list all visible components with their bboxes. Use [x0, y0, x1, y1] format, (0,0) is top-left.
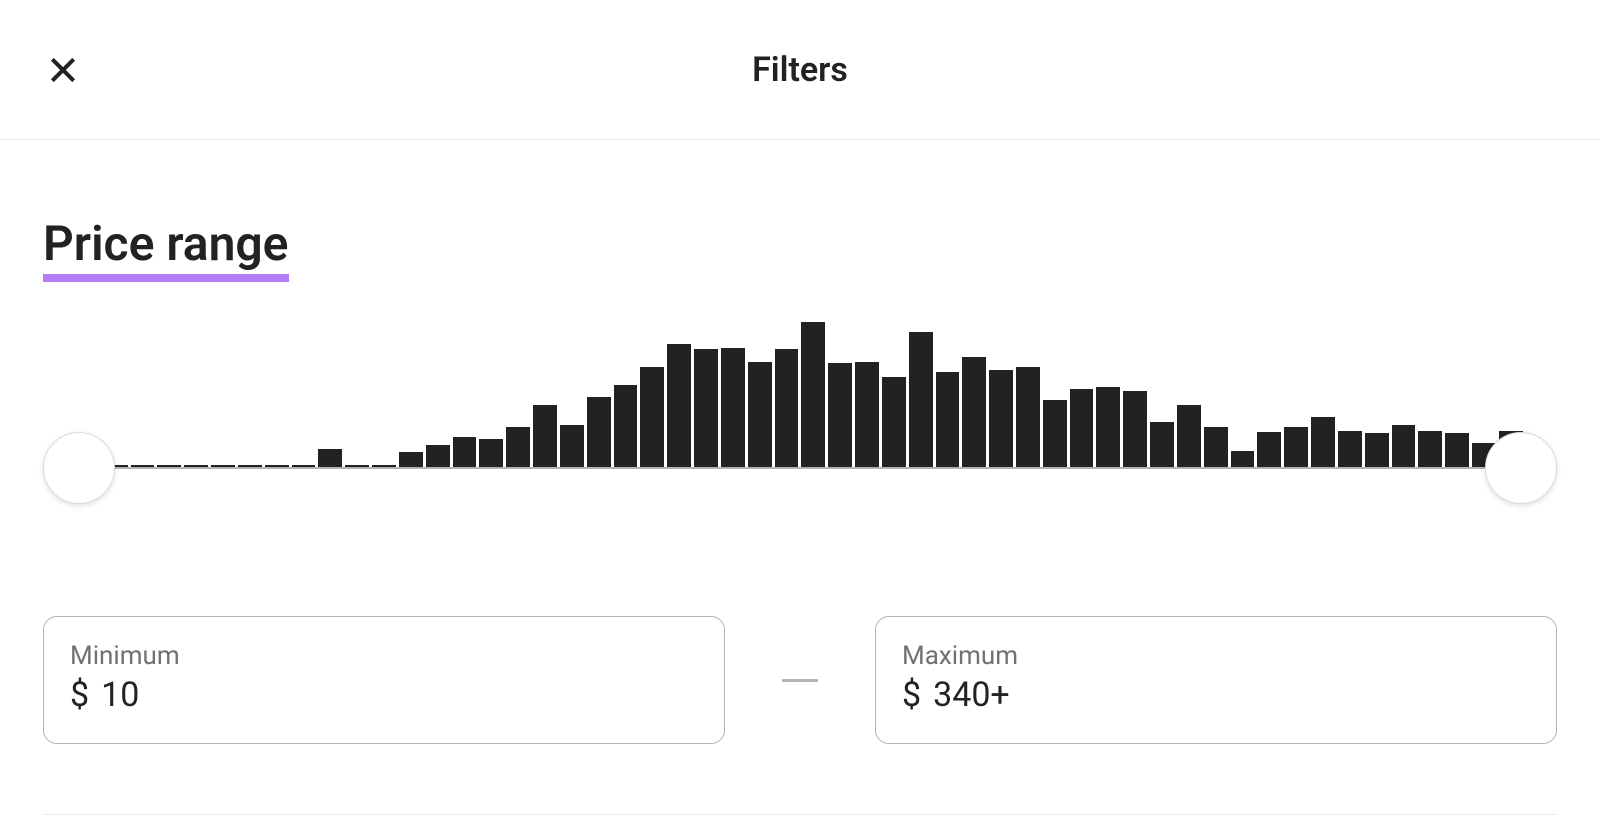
dash-icon: [782, 679, 818, 682]
histogram-bar: [318, 449, 342, 467]
histogram-bar: [1284, 427, 1308, 467]
histogram-bar: [721, 348, 745, 467]
histogram-bar: [1204, 427, 1228, 467]
histogram-bar: [640, 367, 664, 467]
histogram-bar: [989, 370, 1013, 467]
histogram-bar: [828, 363, 852, 467]
histogram-bar: [936, 372, 960, 467]
histogram-bar: [1311, 417, 1335, 467]
modal-header: Filters: [0, 0, 1600, 140]
min-price-label: Minimum: [70, 641, 698, 671]
close-button[interactable]: [43, 50, 83, 90]
price-histogram-slider: [43, 322, 1557, 522]
currency-symbol: $: [70, 675, 89, 715]
histogram-bar: [479, 439, 503, 467]
price-inputs-row: Minimum $ 10 Maximum $ 340+: [43, 616, 1557, 744]
max-price-value-row: $ 340+: [902, 675, 1530, 715]
slider-track[interactable]: [77, 467, 1523, 469]
histogram-bar: [882, 377, 906, 467]
histogram-bar: [748, 362, 772, 467]
min-price-value[interactable]: 10: [101, 675, 698, 715]
histogram-bar: [1177, 405, 1201, 467]
min-price-value-row: $ 10: [70, 675, 698, 715]
close-icon: [47, 54, 79, 86]
histogram-bar: [1418, 431, 1442, 467]
histogram-bar: [1043, 400, 1067, 467]
histogram-bar: [614, 385, 638, 467]
histogram-bar: [1338, 431, 1362, 467]
currency-symbol: $: [902, 675, 921, 715]
filters-content: Price range Minimum $ 10 Maximum $ 340+: [0, 140, 1600, 744]
histogram-bar: [399, 452, 423, 467]
histogram-bar: [909, 332, 933, 467]
histogram-bar: [1070, 389, 1094, 467]
histogram-bar: [533, 405, 557, 467]
histogram-bar: [506, 427, 530, 467]
histogram-bar: [1257, 432, 1281, 467]
histogram-bar: [801, 322, 825, 467]
histogram-bar: [587, 397, 611, 467]
max-price-value[interactable]: 340+: [933, 675, 1530, 715]
histogram-bar: [962, 357, 986, 467]
max-price-label: Maximum: [902, 641, 1530, 671]
modal-title: Filters: [752, 50, 848, 90]
histogram-bar: [1231, 451, 1255, 467]
histogram-bar: [775, 349, 799, 467]
min-price-box[interactable]: Minimum $ 10: [43, 616, 725, 744]
histogram-bar: [1445, 433, 1469, 467]
histogram-bar: [1123, 391, 1147, 467]
histogram-bar: [560, 425, 584, 467]
histogram-bar: [426, 445, 450, 467]
range-separator: [725, 679, 875, 682]
price-histogram: [43, 322, 1557, 467]
histogram-bar: [1392, 425, 1416, 467]
slider-handle-max[interactable]: [1485, 432, 1557, 504]
histogram-bar: [1016, 367, 1040, 467]
histogram-bar: [855, 362, 879, 467]
max-price-box[interactable]: Maximum $ 340+: [875, 616, 1557, 744]
histogram-bar: [694, 349, 718, 467]
histogram-bar: [453, 437, 477, 467]
slider-handle-min[interactable]: [43, 432, 115, 504]
histogram-bar: [1096, 387, 1120, 467]
histogram-bar: [1150, 422, 1174, 467]
price-range-heading: Price range: [43, 215, 289, 280]
histogram-bar: [1365, 433, 1389, 467]
histogram-bar: [667, 344, 691, 467]
